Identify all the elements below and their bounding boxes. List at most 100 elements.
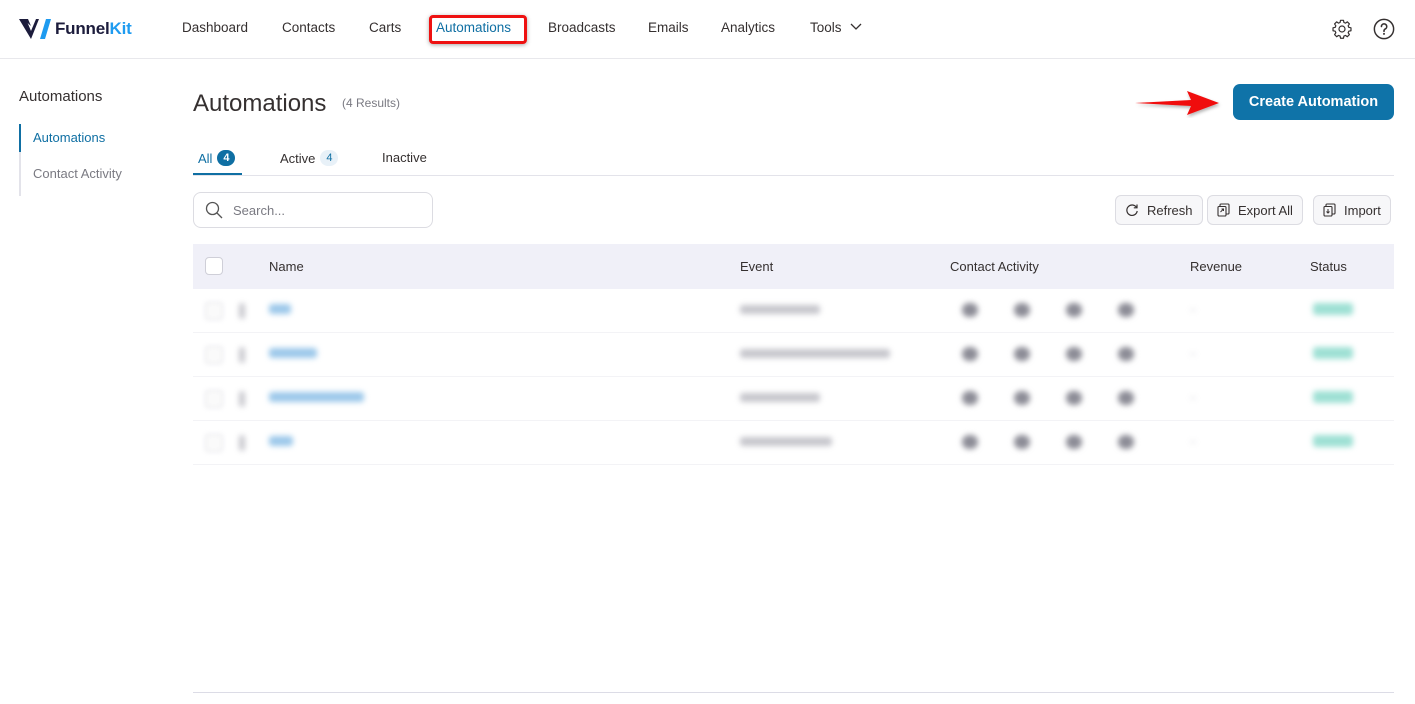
contact-activity-metric-redacted xyxy=(1014,347,1030,361)
contact-activity-metric-redacted xyxy=(1118,303,1134,317)
revenue-value-redacted xyxy=(1190,353,1196,355)
contact-activity-metric-redacted xyxy=(1066,303,1082,317)
automation-name-link-redacted[interactable] xyxy=(269,348,317,358)
row-checkbox[interactable] xyxy=(205,434,223,452)
nav-automations[interactable]: Automations xyxy=(436,20,511,35)
search-box xyxy=(193,192,433,228)
table-body xyxy=(193,289,1394,465)
column-header-event: Event xyxy=(740,259,774,274)
nav-emails[interactable]: Emails xyxy=(648,20,689,35)
refresh-button[interactable]: Refresh xyxy=(1115,195,1203,225)
gear-icon[interactable] xyxy=(1331,18,1353,40)
tab-active[interactable]: Active 4 xyxy=(280,150,339,166)
sidebar-title: Automations xyxy=(19,88,103,105)
tab-inactive[interactable]: Inactive xyxy=(382,150,427,165)
import-button[interactable]: Import xyxy=(1313,195,1391,225)
export-all-button[interactable]: Export All xyxy=(1207,195,1303,225)
table-row[interactable] xyxy=(193,421,1394,465)
row-checkbox[interactable] xyxy=(205,302,223,320)
contact-activity-metric-redacted xyxy=(962,435,978,449)
tab-all[interactable]: All 4 xyxy=(198,150,236,166)
contact-activity-metric-redacted xyxy=(1014,435,1030,449)
table-row[interactable] xyxy=(193,333,1394,377)
import-label: Import xyxy=(1344,202,1381,218)
search-icon xyxy=(205,201,223,219)
import-file-icon xyxy=(1323,203,1336,217)
export-file-icon xyxy=(1217,203,1230,217)
nav-carts[interactable]: Carts xyxy=(369,20,401,35)
contact-activity-metric-redacted xyxy=(1014,303,1030,317)
event-text-redacted xyxy=(740,305,820,314)
filter-tabs: All 4 Active 4 Inactive xyxy=(193,146,1394,176)
column-header-status: Status xyxy=(1310,259,1347,274)
status-badge-redacted[interactable] xyxy=(1313,347,1353,359)
nav-dashboard[interactable]: Dashboard xyxy=(182,20,248,35)
column-header-revenue: Revenue xyxy=(1190,259,1243,274)
contact-activity-metric-redacted xyxy=(1118,347,1134,361)
revenue-value-redacted xyxy=(1190,309,1196,311)
column-header-contact-activity: Contact Activity xyxy=(950,259,1039,274)
row-checkbox[interactable] xyxy=(205,346,223,364)
nav-tools[interactable]: Tools xyxy=(810,20,862,35)
results-count: (4 Results) xyxy=(342,96,401,110)
table-row[interactable] xyxy=(193,289,1394,333)
drag-handle-icon[interactable] xyxy=(239,303,245,319)
chevron-down-icon xyxy=(850,23,861,30)
export-all-label: Export All xyxy=(1238,202,1293,218)
refresh-icon xyxy=(1126,204,1138,216)
event-text-redacted xyxy=(740,437,832,446)
refresh-label: Refresh xyxy=(1147,202,1193,218)
contact-activity-metric-redacted xyxy=(1066,347,1082,361)
contact-activity-metric-redacted xyxy=(1118,435,1134,449)
nav-analytics[interactable]: Analytics xyxy=(721,20,775,35)
annotation-arrow-icon xyxy=(1135,91,1219,115)
contact-activity-metric-redacted xyxy=(1066,391,1082,405)
nav-broadcasts[interactable]: Broadcasts xyxy=(548,20,616,35)
contact-activity-metric-redacted xyxy=(962,303,978,317)
nav-contacts[interactable]: Contacts xyxy=(282,20,335,35)
table-row[interactable] xyxy=(193,377,1394,421)
help-circle-icon[interactable] xyxy=(1373,18,1395,40)
contact-activity-metric-redacted xyxy=(962,391,978,405)
drag-handle-icon[interactable] xyxy=(239,391,245,407)
sidebar-item-automations[interactable]: Automations xyxy=(19,124,159,160)
create-automation-button[interactable]: Create Automation xyxy=(1233,84,1394,120)
sidebar-item-contact-activity[interactable]: Contact Activity xyxy=(21,160,159,196)
active-tab-indicator xyxy=(193,173,242,175)
tab-active-count-badge: 4 xyxy=(320,150,339,166)
automations-table: Name Event Contact Activity Revenue Stat… xyxy=(193,244,1394,465)
contact-activity-metric-redacted xyxy=(1014,391,1030,405)
drag-handle-icon[interactable] xyxy=(239,347,245,363)
contact-activity-metric-redacted xyxy=(1118,391,1134,405)
automation-name-link-redacted[interactable] xyxy=(269,392,364,402)
tab-all-count-badge: 4 xyxy=(217,150,236,166)
automation-name-link-redacted[interactable] xyxy=(269,304,291,314)
search-input[interactable] xyxy=(233,202,413,218)
contact-activity-metric-redacted xyxy=(1066,435,1082,449)
revenue-value-redacted xyxy=(1190,397,1196,399)
automation-name-link-redacted[interactable] xyxy=(269,436,293,446)
sidebar-menu: Automations Contact Activity xyxy=(19,124,159,196)
tab-all-label: All xyxy=(198,150,213,166)
brand-logo[interactable]: FunnelKit xyxy=(19,17,132,41)
table-header: Name Event Contact Activity Revenue Stat… xyxy=(193,244,1394,289)
funnelkit-logo-icon xyxy=(19,19,51,39)
contact-activity-metric-redacted xyxy=(962,347,978,361)
tab-inactive-label: Inactive xyxy=(382,150,427,165)
select-all-checkbox[interactable] xyxy=(205,257,223,275)
event-text-redacted xyxy=(740,393,820,402)
nav-tools-label: Tools xyxy=(810,20,842,35)
column-header-name[interactable]: Name xyxy=(269,259,304,274)
footer-divider xyxy=(193,692,1394,693)
page-title: Automations xyxy=(193,90,327,117)
drag-handle-icon[interactable] xyxy=(239,435,245,451)
tab-active-label: Active xyxy=(280,150,316,166)
row-checkbox[interactable] xyxy=(205,390,223,408)
top-navigation-bar: FunnelKit Dashboard Contacts Carts Autom… xyxy=(0,0,1415,59)
event-text-redacted xyxy=(740,349,890,358)
revenue-value-redacted xyxy=(1190,441,1196,443)
status-badge-redacted[interactable] xyxy=(1313,391,1353,403)
status-badge-redacted[interactable] xyxy=(1313,435,1353,447)
status-badge-redacted[interactable] xyxy=(1313,303,1353,315)
brand-name: FunnelKit xyxy=(55,19,132,38)
